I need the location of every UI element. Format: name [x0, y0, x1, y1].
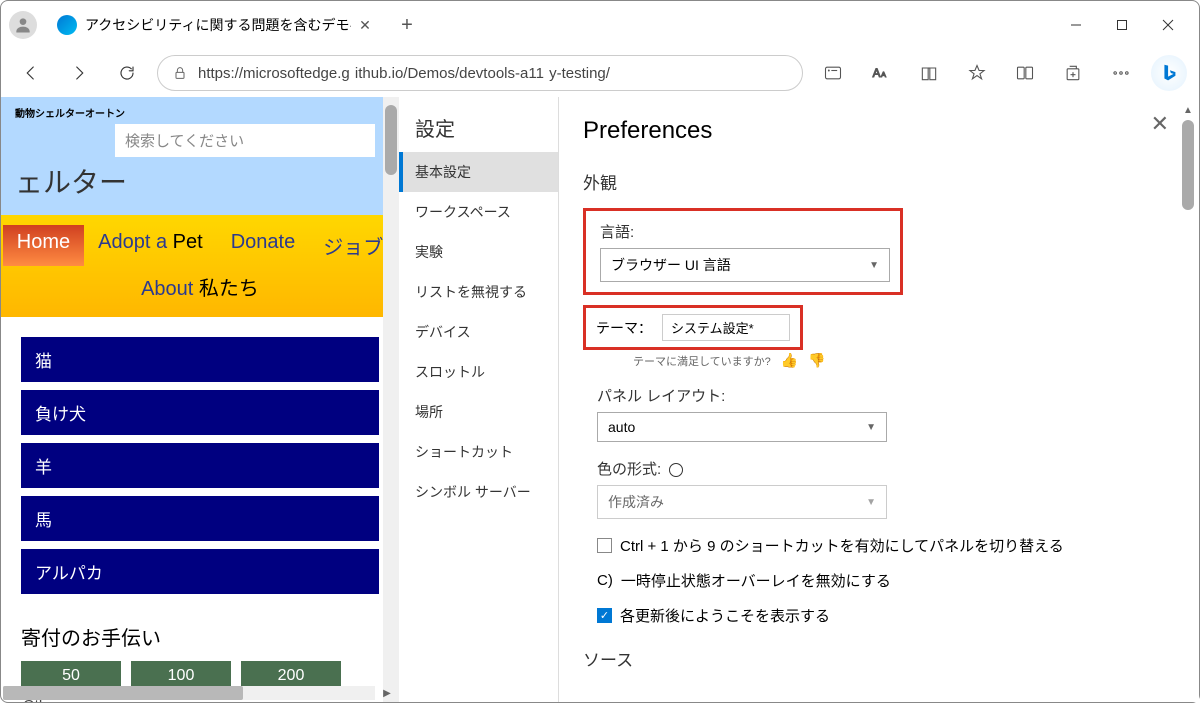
checkbox[interactable] [597, 538, 612, 553]
search-input[interactable]: 検索してください [115, 124, 375, 157]
list-item[interactable]: 猫 [21, 337, 379, 382]
address-bar[interactable]: https://microsoftedge.g ithub.io/Demos/d… [157, 55, 803, 91]
color-format-label: 色の形式: [597, 458, 1175, 479]
shortcut-checkbox-row: Ctrl + 1 から 9 のショートカットを有効にしてパネルを切り替える [597, 535, 1175, 556]
thumbs-down-icon[interactable]: 👎 [808, 352, 825, 369]
favorite-icon[interactable] [959, 55, 995, 91]
scroll-up-icon[interactable]: ▲ [1181, 105, 1195, 116]
theme-feedback: テーマに満足していますか? 👍 👎 [633, 352, 1175, 369]
panel-layout-select[interactable]: auto ▼ [597, 412, 887, 442]
sidebar-item-workspace[interactable]: ワークスペース [399, 192, 558, 232]
scrollbar-thumb[interactable] [385, 105, 397, 175]
panel-layout-label: パネル レイアウト: [597, 385, 1175, 406]
app-icon[interactable] [815, 55, 851, 91]
nav-menu: Home Adopt a Pet Donate ジョブ About 私たち [1, 215, 399, 317]
theme-label: テーマ： [596, 318, 652, 338]
checkbox-label: Ctrl + 1 から 9 のショートカットを有効にしてパネルを切り替える [620, 535, 1064, 556]
language-setting-highlight: 言語: ブラウザー UI 言語 ▼ [583, 208, 903, 295]
checkbox-label: 一時停止状態オーバーレイを無効にする [621, 570, 891, 591]
preferences-panel: ✕ Preferences 外観 言語: ブラウザー UI 言語 ▼ テーマ： … [559, 97, 1199, 702]
read-aloud-icon[interactable] [911, 55, 947, 91]
minimize-button[interactable] [1053, 9, 1099, 41]
page-header: 動物シェルターオートン 検索してください ェルター [1, 97, 399, 215]
sidebar-item-throttling[interactable]: スロットル [399, 352, 558, 392]
svg-text:A: A [881, 70, 886, 79]
devtools-vscrollbar[interactable]: ▲ [1181, 105, 1195, 694]
panel-layout-setting: パネル レイアウト: auto ▼ [597, 385, 1175, 442]
donate-title: 寄付のお手伝い [21, 622, 379, 651]
preferences-heading: Preferences [583, 117, 1175, 145]
scroll-right-icon[interactable]: ▶ [377, 686, 397, 700]
welcome-checkbox-row: ✓ 各更新後にようこそを表示する [597, 605, 1175, 626]
close-settings-icon[interactable]: ✕ [1151, 111, 1169, 137]
theme-select[interactable]: システム設定* [662, 314, 790, 341]
forward-button[interactable] [61, 55, 97, 91]
color-circle-icon [669, 463, 683, 477]
tab-title: アクセシビリティに関する問題を含むデモページ [85, 15, 351, 35]
close-window-button[interactable] [1145, 9, 1191, 41]
thumbs-up-icon[interactable]: 👍 [781, 352, 798, 369]
appearance-heading: 外観 [583, 169, 1175, 194]
content-area: 動物シェルターオートン 検索してください ェルター Home Adopt a P… [1, 97, 1199, 702]
sidebar-item-locations[interactable]: 場所 [399, 392, 558, 432]
pause-overlay-checkbox-row: C) 一時停止状態オーバーレイを無効にする [597, 570, 1175, 591]
url-text: https://microsoftedge.g ithub.io/Demos/d… [198, 65, 788, 82]
nav-adopt[interactable]: Adopt a Pet [84, 225, 217, 266]
refresh-button[interactable] [109, 55, 145, 91]
text-size-icon[interactable]: AA [863, 55, 899, 91]
nav-donate[interactable]: Donate [217, 225, 310, 266]
list-item[interactable]: 馬 [21, 496, 379, 541]
profile-avatar[interactable] [9, 11, 37, 39]
sidebar-item-experiments[interactable]: 実験 [399, 232, 558, 272]
settings-title: 設定 [399, 113, 558, 152]
split-screen-icon[interactable] [1007, 55, 1043, 91]
collections-icon[interactable] [1055, 55, 1091, 91]
window-controls [1053, 9, 1191, 41]
more-icon[interactable] [1103, 55, 1139, 91]
new-tab-button[interactable]: + [393, 11, 421, 39]
list-item[interactable]: 負け犬 [21, 390, 379, 435]
nav-about[interactable]: About 私たち [127, 266, 273, 307]
sidebar-item-devices[interactable]: デバイス [399, 312, 558, 352]
color-format-select[interactable]: 作成済み ▼ [597, 485, 887, 519]
chevron-down-icon: ▼ [869, 260, 879, 271]
bing-button[interactable] [1151, 55, 1187, 91]
sources-heading: ソース [583, 646, 1175, 671]
checkbox-label: 各更新後にようこそを表示する [620, 605, 830, 626]
devtools-pane: 設定 基本設定 ワークスペース 実験 リストを無視する デバイス スロットル 場… [399, 97, 1199, 702]
webpage-pane: 動物シェルターオートン 検索してください ェルター Home Adopt a P… [1, 97, 399, 702]
page-vscrollbar[interactable] [383, 97, 399, 702]
chevron-down-icon: ▼ [866, 422, 876, 433]
settings-sidebar: 設定 基本設定 ワークスペース 実験 リストを無視する デバイス スロットル 場… [399, 97, 559, 702]
theme-setting-highlight: テーマ： システム設定* [583, 305, 803, 350]
page-hscrollbar[interactable] [3, 686, 375, 700]
sidebar-item-ignore-list[interactable]: リストを無視する [399, 272, 558, 312]
language-select[interactable]: ブラウザー UI 言語 ▼ [600, 248, 890, 282]
site-name: 動物シェルターオートン [15, 105, 385, 120]
tab-close-icon[interactable]: ✕ [359, 17, 373, 33]
nav-home[interactable]: Home [3, 225, 84, 266]
browser-toolbar: https://microsoftedge.g ithub.io/Demos/d… [1, 49, 1199, 97]
sidebar-item-shortcuts[interactable]: ショートカット [399, 432, 558, 472]
sidebar-item-symbol-server[interactable]: シンボル サーバー [399, 472, 558, 512]
list-item[interactable]: アルパカ [21, 549, 379, 594]
back-button[interactable] [13, 55, 49, 91]
checkbox-prefix: C) [597, 572, 613, 589]
maximize-button[interactable] [1099, 9, 1145, 41]
list-item[interactable]: 羊 [21, 443, 379, 488]
edge-logo-icon [57, 15, 77, 35]
scrollbar-thumb[interactable] [1182, 120, 1194, 210]
svg-text:A: A [873, 67, 881, 80]
page-title: ェルター [15, 161, 385, 201]
window-titlebar: アクセシビリティに関する問題を含むデモページ ✕ + [1, 1, 1199, 49]
checkbox-checked[interactable]: ✓ [597, 608, 612, 623]
color-format-setting: 色の形式: 作成済み ▼ [597, 458, 1175, 519]
browser-tab[interactable]: アクセシビリティに関する問題を含むデモページ ✕ [45, 9, 385, 41]
sidebar-item-preferences[interactable]: 基本設定 [399, 152, 558, 192]
chevron-down-icon: ▼ [866, 497, 876, 508]
lock-icon [172, 65, 188, 81]
animal-list: 猫 負け犬 羊 馬 アルパカ [1, 317, 399, 612]
language-label: 言語: [600, 221, 886, 242]
scrollbar-thumb[interactable] [3, 686, 243, 700]
